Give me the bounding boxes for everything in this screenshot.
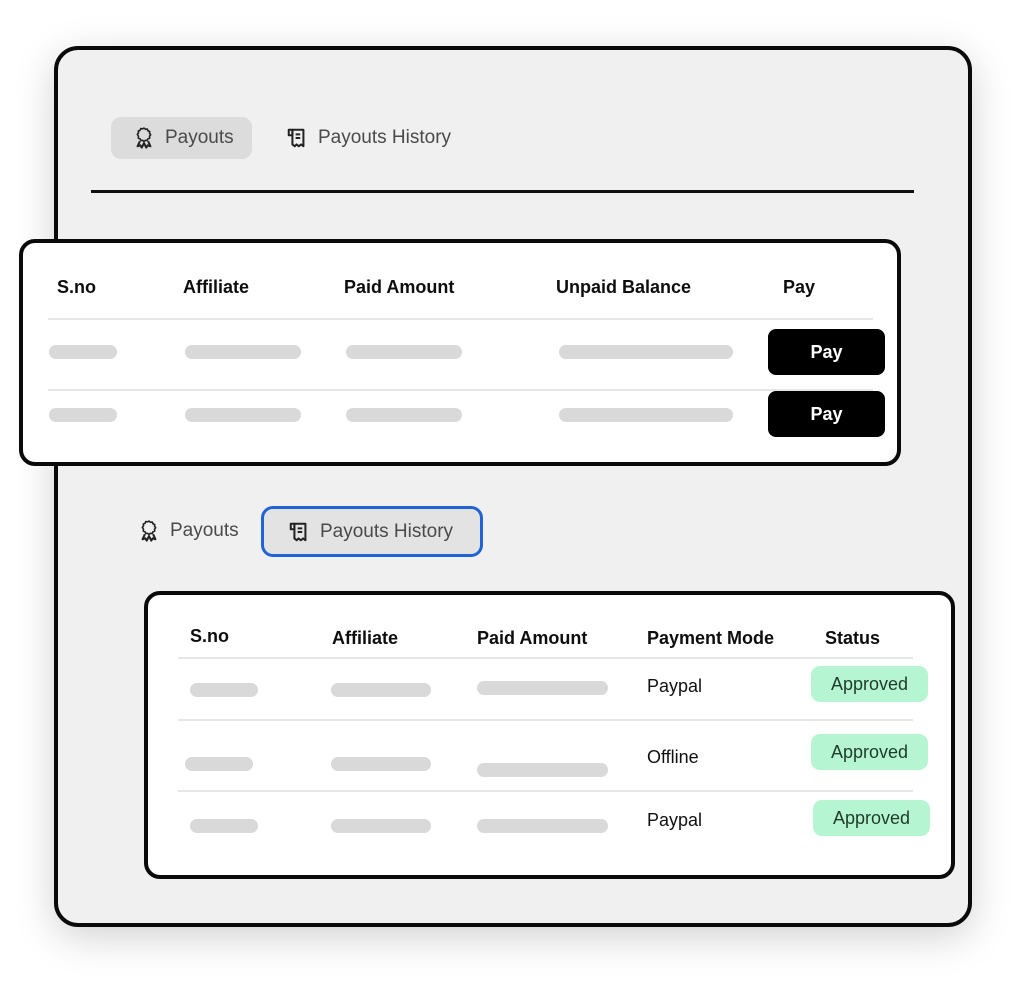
tab-payouts-label: Payouts (165, 127, 234, 148)
unpaid-balance-placeholder (559, 345, 733, 359)
award-ribbon-icon (136, 127, 152, 149)
tab-payouts-history[interactable]: Payouts History (261, 506, 483, 557)
payment-mode: Paypal (647, 810, 703, 830)
status-badge: Approved (811, 666, 928, 702)
unpaid-balance-placeholder (559, 408, 733, 422)
status-badge: Approved (813, 800, 930, 836)
header-payment-mode: Payment Mode (647, 628, 775, 648)
status-badge: Approved (811, 734, 928, 770)
paid-amount-placeholder (477, 819, 608, 833)
tab-payouts[interactable]: Payouts (116, 510, 257, 552)
header-affiliate: Affiliate (183, 277, 250, 297)
tab-payouts-history-label: Payouts History (320, 520, 454, 542)
payouts-table: S.no Affiliate Paid Amount Unpaid Balanc… (19, 239, 901, 466)
tabs-divider (91, 190, 914, 193)
header-paid-amount: Paid Amount (477, 628, 588, 648)
sno-placeholder (190, 819, 258, 833)
tab-payouts-history-label: Payouts History (318, 127, 452, 148)
receipt-icon (287, 128, 305, 148)
payment-mode: Offline (647, 747, 699, 767)
affiliate-placeholder (185, 408, 301, 422)
row-divider (48, 318, 873, 320)
affiliate-placeholder (185, 345, 301, 359)
row-divider (48, 389, 873, 391)
tab-payouts-label: Payouts (170, 520, 239, 541)
paid-amount-placeholder (477, 681, 608, 695)
paid-amount-placeholder (346, 345, 462, 359)
affiliate-placeholder (331, 819, 431, 833)
payouts-history-table: S.no Affiliate Paid Amount Payment Mode … (144, 591, 955, 879)
sno-placeholder (49, 408, 117, 422)
header-sno: S.no (57, 277, 96, 297)
award-ribbon-icon (141, 520, 157, 542)
header-affiliate: Affiliate (332, 628, 399, 648)
header-unpaid-balance: Unpaid Balance (556, 277, 692, 297)
pay-button[interactable]: Pay (768, 329, 885, 375)
receipt-icon (289, 522, 307, 541)
affiliate-placeholder (331, 757, 431, 771)
sno-placeholder (49, 345, 117, 359)
sno-placeholder (185, 757, 253, 771)
paid-amount-placeholder (346, 408, 462, 422)
pay-button[interactable]: Pay (768, 391, 885, 437)
header-sno: S.no (190, 626, 229, 646)
payment-mode: Paypal (647, 676, 703, 696)
sno-placeholder (190, 683, 258, 697)
tab-payouts-history[interactable]: Payouts History (264, 117, 469, 159)
header-pay: Pay (783, 277, 816, 297)
header-paid-amount: Paid Amount (344, 277, 455, 297)
paid-amount-placeholder (477, 763, 608, 777)
row-divider (178, 657, 913, 659)
row-divider (178, 719, 913, 721)
affiliate-placeholder (331, 683, 431, 697)
tab-payouts[interactable]: Payouts (111, 117, 252, 159)
row-divider (178, 790, 913, 792)
header-status: Status (825, 628, 881, 648)
